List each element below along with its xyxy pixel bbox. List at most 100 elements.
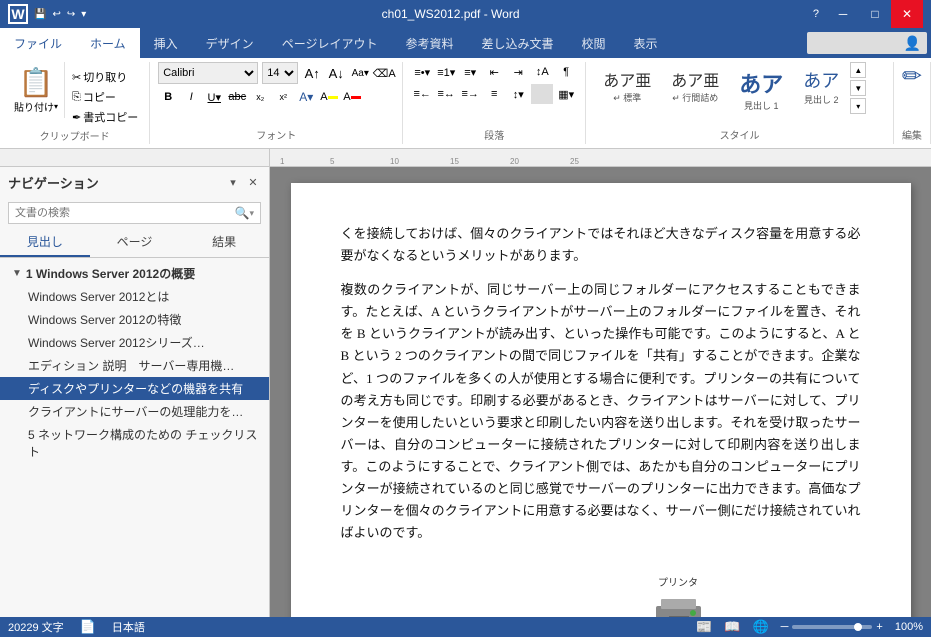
tab-page-layout[interactable]: ページレイアウト bbox=[268, 28, 392, 58]
redo-quick-btn[interactable]: ↪ bbox=[65, 7, 77, 22]
style-no-spacing[interactable]: あア亜 ↵ 行間詰め bbox=[662, 62, 728, 109]
nav-item-client-server[interactable]: クライアントにサーバーの処理能力を… bbox=[0, 400, 269, 423]
copy-icon: ⎘ bbox=[72, 91, 81, 104]
diagram-svg bbox=[341, 564, 861, 617]
clear-formatting-button[interactable]: ⌫A bbox=[374, 63, 394, 83]
paragraph-group-content: ≡•▾ ≡1▾ ≡▾ ⇤ ⇥ ↕A ¶ ≡← ≡↔ ≡→ ≡ ↕▾ bbox=[411, 62, 577, 125]
tab-view[interactable]: 表示 bbox=[620, 28, 672, 58]
show-formatting-button[interactable]: ¶ bbox=[555, 62, 577, 82]
subscript-button[interactable]: x₂ bbox=[250, 87, 270, 107]
multilevel-list-button[interactable]: ≡▾ bbox=[459, 62, 481, 82]
highlight-color-button[interactable]: A bbox=[319, 87, 339, 107]
nav-minimize-button[interactable]: ▾ bbox=[225, 175, 241, 191]
strikethrough-button[interactable]: abc bbox=[227, 87, 247, 107]
tab-home[interactable]: ホーム bbox=[76, 28, 140, 58]
line-spacing-button[interactable]: ↕▾ bbox=[507, 84, 529, 104]
nav-item-disk-share-label: ディスクやプリンターなどの機器を共有 bbox=[28, 380, 243, 397]
numbered-list-button[interactable]: ≡1▾ bbox=[435, 62, 457, 82]
cut-button[interactable]: ✂ 切り取り bbox=[69, 68, 141, 86]
nav-item-series[interactable]: Windows Server 2012シリーズ… bbox=[0, 331, 269, 354]
style-heading2[interactable]: あア 見出し 2 bbox=[794, 62, 848, 111]
search-icon[interactable]: 🔍 bbox=[235, 206, 250, 220]
style-normal[interactable]: あア亜 ↵ 標準 bbox=[594, 62, 660, 109]
tab-references[interactable]: 参考資料 bbox=[391, 28, 467, 58]
close-button[interactable]: ✕ bbox=[891, 0, 923, 28]
ruler: 1 5 10 15 20 25 bbox=[0, 149, 931, 167]
search-options-icon[interactable]: ▾ bbox=[249, 208, 254, 219]
tab-headings[interactable]: 見出し bbox=[0, 228, 90, 257]
read-view-icon[interactable]: 📖 bbox=[724, 619, 740, 635]
nav-item-series-label: Windows Server 2012シリーズ… bbox=[28, 334, 205, 351]
cut-icon: ✂ bbox=[72, 71, 81, 84]
undo-quick-btn[interactable]: ↩ bbox=[50, 7, 62, 22]
help-icon[interactable]: ? bbox=[813, 8, 819, 20]
tab-design[interactable]: デザイン bbox=[192, 28, 268, 58]
bullet-list-button[interactable]: ≡•▾ bbox=[411, 62, 433, 82]
zoom-thumb bbox=[854, 623, 862, 631]
font-color-button[interactable]: A bbox=[342, 87, 362, 107]
zoom-track[interactable] bbox=[792, 625, 872, 629]
tab-insert[interactable]: 挿入 bbox=[140, 28, 192, 58]
nav-item-network-checklist[interactable]: 5 ネットワーク構成のための チェックリスト bbox=[0, 423, 269, 463]
nav-item-features[interactable]: Windows Server 2012の特徴 bbox=[0, 308, 269, 331]
zoom-minus-icon[interactable]: ─ bbox=[781, 621, 789, 633]
italic-button[interactable]: I bbox=[181, 87, 201, 107]
align-left-button[interactable]: ≡← bbox=[411, 84, 433, 104]
zoom-slider[interactable]: ─ + bbox=[781, 621, 883, 633]
superscript-button[interactable]: x² bbox=[273, 87, 293, 107]
font-shrink-button[interactable]: A↓ bbox=[326, 63, 346, 83]
change-case-button[interactable]: Aa▾ bbox=[350, 63, 370, 83]
bold-button[interactable]: B bbox=[158, 87, 178, 107]
nav-item-disk-share[interactable]: ディスクやプリンターなどの機器を共有 bbox=[0, 377, 269, 400]
editing-button[interactable]: ✏ bbox=[902, 62, 922, 91]
font-grow-button[interactable]: A↑ bbox=[302, 63, 322, 83]
font-name-select[interactable]: Calibri bbox=[158, 62, 258, 84]
save-quick-btn[interactable]: 💾 bbox=[32, 7, 48, 22]
more-quick-btn[interactable]: ▾ bbox=[79, 7, 88, 22]
align-right-button[interactable]: ≡→ bbox=[459, 84, 481, 104]
text-effect-button[interactable]: A▾ bbox=[296, 87, 316, 107]
status-right: 📰 📖 🌐 ─ + 100% bbox=[696, 619, 923, 635]
tab-file[interactable]: ファイル bbox=[0, 28, 76, 58]
sort-button[interactable]: ↕A bbox=[531, 62, 553, 82]
main-area: ナビゲーション ▾ ✕ 🔍 ▾ 見出し ページ 結果 ▼ 1 Windows S… bbox=[0, 167, 931, 617]
tab-results[interactable]: 結果 bbox=[179, 228, 269, 257]
clipboard-content: 📋 貼り付け ▾ ✂ 切り取り ⎘ コピー ✒ 書式コピー bbox=[8, 62, 141, 126]
title-bar: W 💾 ↩ ↪ ▾ ch01_WS2012.pdf - Word ? ─ □ ✕ bbox=[0, 0, 931, 28]
styles-scroll-down[interactable]: ▼ bbox=[850, 80, 866, 96]
nav-close-button[interactable]: ✕ bbox=[245, 175, 261, 191]
decrease-indent-button[interactable]: ⇤ bbox=[483, 62, 505, 82]
border-button[interactable]: ▦▾ bbox=[555, 84, 577, 104]
tab-review[interactable]: 校閲 bbox=[567, 28, 619, 58]
copy-button[interactable]: ⎘ コピー bbox=[69, 88, 141, 106]
font-size-select[interactable]: 14 bbox=[262, 62, 298, 84]
document-area[interactable]: くを接続しておけば、個々のクライアントではそれほど大きなディスク容量を用意する必… bbox=[270, 167, 931, 617]
layout-view-icon[interactable]: 📰 bbox=[696, 619, 712, 635]
styles-expand[interactable]: ▾ bbox=[850, 98, 866, 114]
nav-item-whatisws[interactable]: Windows Server 2012とは bbox=[0, 285, 269, 308]
editing-content: ✏ bbox=[902, 62, 922, 125]
ribbon-content: 📋 貼り付け ▾ ✂ 切り取り ⎘ コピー ✒ 書式コピー クリップボード Ca… bbox=[0, 58, 931, 148]
web-view-icon[interactable]: 🌐 bbox=[752, 619, 768, 635]
user-account[interactable]: 👤 bbox=[807, 32, 927, 54]
zoom-plus-icon[interactable]: + bbox=[876, 621, 882, 633]
search-input[interactable] bbox=[15, 207, 235, 219]
tab-mailings[interactable]: 差し込み文書 bbox=[467, 28, 567, 58]
styles-scroll-up[interactable]: ▲ bbox=[850, 62, 866, 78]
format-painter-button[interactable]: ✒ 書式コピー bbox=[69, 108, 141, 126]
zoom-percent[interactable]: 100% bbox=[895, 621, 923, 633]
nav-item-editions[interactable]: エディション 説明 サーバー専用機… bbox=[0, 354, 269, 377]
minimize-button[interactable]: ─ bbox=[827, 0, 859, 28]
track-changes-icon[interactable]: 📄 bbox=[80, 619, 96, 635]
shading-button[interactable] bbox=[531, 84, 553, 104]
paste-button[interactable]: 📋 貼り付け ▾ bbox=[8, 62, 65, 118]
language[interactable]: 日本語 bbox=[112, 619, 145, 635]
justify-button[interactable]: ≡ bbox=[483, 84, 505, 104]
underline-button[interactable]: U▾ bbox=[204, 87, 224, 107]
restore-button[interactable]: □ bbox=[859, 0, 891, 28]
tab-pages[interactable]: ページ bbox=[90, 228, 180, 257]
increase-indent-button[interactable]: ⇥ bbox=[507, 62, 529, 82]
nav-item-chapter1[interactable]: ▼ 1 Windows Server 2012の概要 bbox=[0, 262, 269, 285]
align-center-button[interactable]: ≡↔ bbox=[435, 84, 457, 104]
style-heading1[interactable]: あア 見出し 1 bbox=[730, 62, 792, 117]
